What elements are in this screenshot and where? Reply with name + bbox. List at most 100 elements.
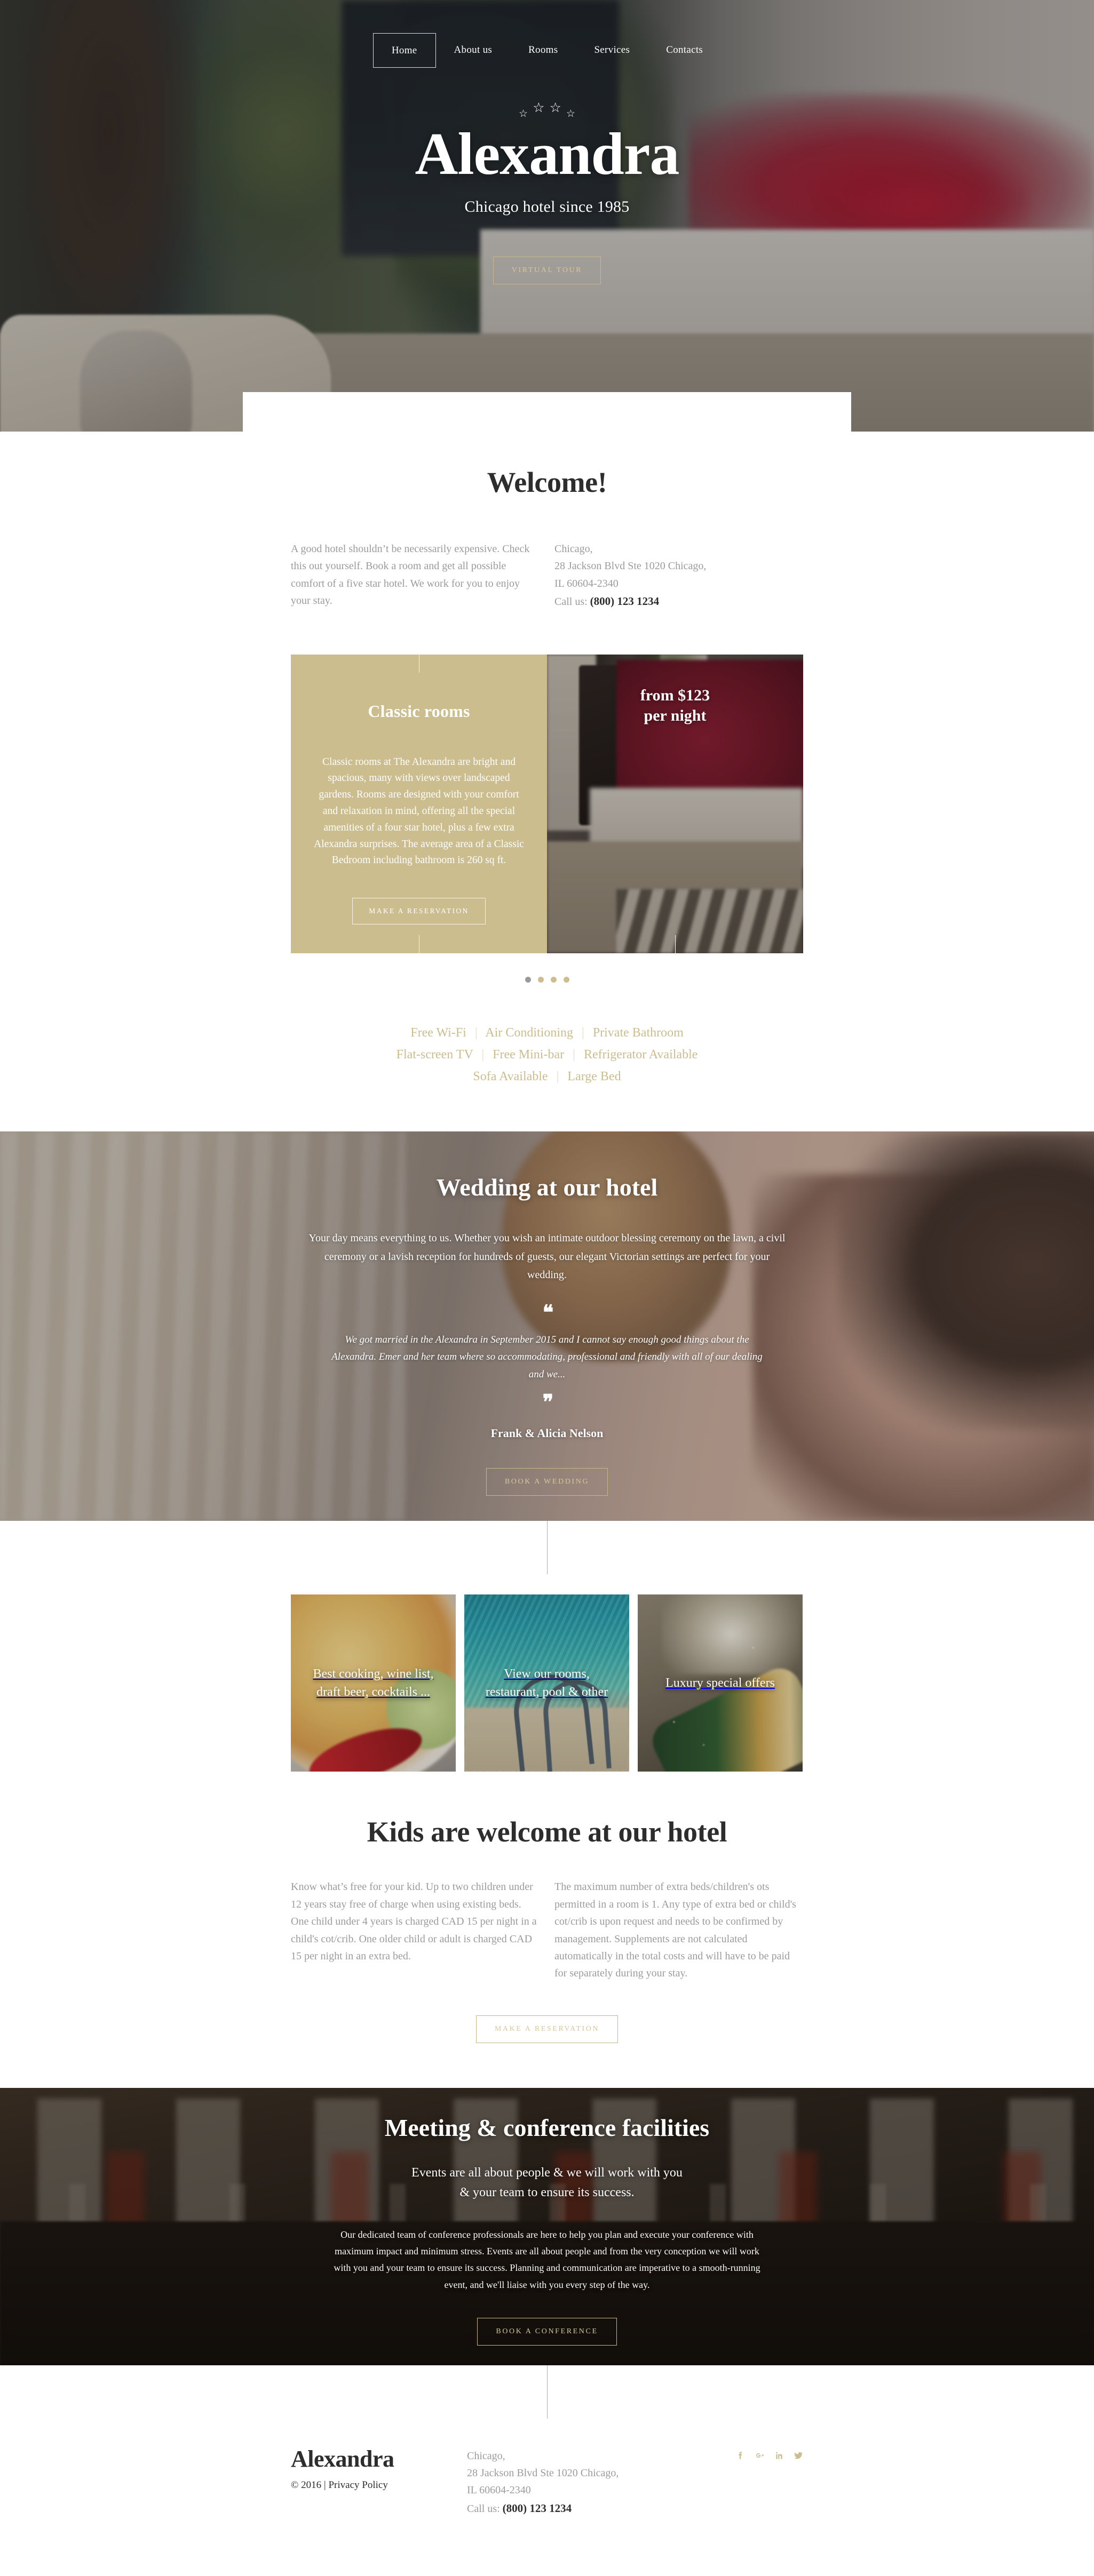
rooms-photo: from $123 per night	[547, 654, 803, 953]
welcome-address-line-3: IL 60604-2340	[554, 577, 619, 589]
nav-item-home[interactable]: Home	[372, 33, 436, 68]
rooms-make-reservation-button[interactable]: MAKE A RESERVATION	[352, 898, 486, 925]
linkedin-glyph	[776, 2452, 782, 2459]
twitter-icon[interactable]	[794, 2451, 803, 2460]
rooms-center-accent-line	[675, 935, 676, 953]
welcome-address-line-2: 28 Jackson Blvd Ste 1020 Chicago,	[554, 560, 707, 572]
kids-make-reservation-button[interactable]: MAKE A RESERVATION	[475, 2015, 619, 2043]
hero-content: Home About us Rooms Services Contacts ☆ …	[291, 0, 803, 284]
carousel-dot-1[interactable]	[525, 976, 531, 983]
amenity-separator: |	[556, 1070, 559, 1084]
feature-card-offers[interactable]: Luxury special offers	[638, 1594, 803, 1772]
conference-content: Meeting & conference facilities Events a…	[291, 2088, 803, 2346]
amenities-section: Free Wi-Fi | Air Conditioning | Private …	[291, 983, 803, 1132]
hero-title: Alexandra	[415, 121, 680, 187]
footer-logo[interactable]: Alexandra	[291, 2447, 467, 2471]
rooms-description: Classic rooms at The Alexandra are brigh…	[314, 756, 524, 866]
footer-content: Alexandra © 2016 | Privacy Policy Chicag…	[291, 2419, 803, 2576]
hero-subtitle: Chicago hotel since 1985	[464, 198, 630, 216]
footer-address-line-3: IL 60604-2340	[467, 2484, 531, 2497]
welcome-text-column: A good hotel shouldn’t be necessarily ex…	[291, 540, 540, 611]
feature-card-dining[interactable]: Best cooking, wine list, draft beer, coc…	[291, 1594, 456, 1772]
kids-cta-wrap: MAKE A RESERVATION	[291, 1982, 803, 2088]
welcome-call-label: Call us:	[554, 596, 588, 608]
conference-body: Our dedicated team of conference profess…	[334, 2229, 760, 2290]
nav-item-services[interactable]: Services	[576, 33, 648, 68]
feature-cards-section: Best cooking, wine list, draft beer, coc…	[291, 1574, 803, 1772]
book-a-wedding-button[interactable]: BOOK A WEDDING	[486, 1468, 608, 1496]
amenity-free-mini-bar: Free Mini-bar	[493, 1047, 565, 1062]
kids-paragraph-left: Know what’s free for your kid. Up to two…	[291, 1881, 537, 1962]
amenities-row-1: Free Wi-Fi | Air Conditioning | Private …	[291, 1022, 803, 1044]
amenity-private-bathroom: Private Bathroom	[592, 1025, 684, 1040]
amenity-air-conditioning: Air Conditioning	[485, 1025, 573, 1040]
kids-column-right: The maximum number of extra beds/childre…	[554, 1878, 803, 1982]
footer-address-line-2: 28 Jackson Blvd Ste 1020 Chicago,	[467, 2467, 619, 2479]
carousel-dot-3[interactable]	[550, 976, 557, 983]
amenity-separator: |	[481, 1047, 485, 1062]
facebook-icon[interactable]	[736, 2451, 746, 2460]
wedding-features-connector	[0, 1521, 1094, 1575]
conference-title: Meeting & conference facilities	[384, 2114, 710, 2141]
conference-lead-line-1: Events are all about people & we will wo…	[411, 2165, 683, 2180]
star-icon: ☆	[519, 108, 528, 119]
nav-item-about-us[interactable]: About us	[436, 33, 511, 68]
carousel-dot-4[interactable]	[563, 976, 569, 983]
facebook-glyph	[739, 2451, 742, 2459]
amenity-separator: |	[474, 1025, 478, 1040]
wedding-testimonial-author: Frank & Alicia Nelson	[490, 1426, 604, 1440]
kids-paragraph-right: The maximum number of extra beds/childre…	[554, 1881, 796, 1980]
conference-lead-line-2: & your team to ensure its success.	[459, 2186, 635, 2200]
welcome-contact-column: Chicago, 28 Jackson Blvd Ste 1020 Chicag…	[554, 540, 803, 611]
hotel-landing-page: Home About us Rooms Services Contacts ☆ …	[0, 0, 1094, 2576]
amenity-separator: |	[581, 1025, 584, 1040]
rooms-info-panel: Classic rooms Classic rooms at The Alexa…	[291, 654, 547, 953]
footer-copyright[interactable]: © 2016 | Privacy Policy	[291, 2479, 467, 2491]
feature-card-rooms-label: View our rooms, restaurant, pool & other	[485, 1667, 608, 1700]
rooms-price-period: per night	[644, 706, 707, 724]
kids-column-left: Know what’s free for your kid. Up to two…	[291, 1878, 540, 1982]
carousel-dot-2[interactable]	[537, 976, 544, 983]
amenity-free-wifi: Free Wi-Fi	[410, 1025, 466, 1040]
quote-open-icon: ❝	[542, 1301, 553, 1324]
footer-address: Chicago, 28 Jackson Blvd Ste 1020 Chicag…	[467, 2447, 691, 2518]
hero-cta-wrap: VIRTUAL TOUR	[291, 257, 803, 284]
vertical-accent-line	[546, 1521, 548, 1575]
amenity-separator: |	[573, 1047, 575, 1062]
rooms-price-badge: from $123 per night	[547, 685, 803, 727]
footer-call-label: Call us:	[467, 2502, 500, 2515]
rooms-heading: Classic rooms	[368, 701, 470, 721]
welcome-address-line-1: Chicago,	[554, 543, 593, 555]
kids-title: Kids are welcome at our hotel	[367, 1816, 727, 1848]
star-icon: ☆	[533, 101, 545, 115]
feature-card-offers-label: Luxury special offers	[665, 1676, 775, 1690]
carousel-dots	[291, 976, 803, 983]
conference-cta-wrap: BOOK A CONFERENCE	[291, 2317, 803, 2346]
rooms-card: Classic rooms Classic rooms at The Alexa…	[291, 654, 803, 953]
wedding-intro: Your day means everything to us. Whether…	[308, 1232, 786, 1281]
wedding-section: Wedding at our hotel Your day means ever…	[0, 1131, 1094, 1521]
virtual-tour-button[interactable]: VIRTUAL TOUR	[493, 257, 601, 284]
footer-call-row: Call us: (800) 123 1234	[467, 2499, 691, 2517]
nav-item-rooms[interactable]: Rooms	[510, 33, 576, 68]
amenity-flat-screen-tv: Flat-screen TV	[396, 1047, 473, 1062]
footer-brand: Alexandra © 2016 | Privacy Policy	[291, 2447, 467, 2491]
google-plus-glyph	[756, 2453, 764, 2458]
conference-section: Meeting & conference facilities Events a…	[0, 2087, 1094, 2365]
welcome-phone-number[interactable]: (800) 123 1234	[590, 595, 660, 608]
quote-close-icon: ❞	[542, 1391, 553, 1414]
rooms-price-from: from $123	[640, 686, 710, 704]
book-a-conference-button[interactable]: BOOK A CONFERENCE	[477, 2317, 617, 2346]
wedding-content: Wedding at our hotel Your day means ever…	[291, 1131, 803, 1496]
nav-item-contacts[interactable]: Contacts	[648, 33, 721, 68]
google-plus-icon[interactable]	[755, 2451, 765, 2460]
twitter-glyph	[794, 2452, 803, 2459]
feature-card-dining-label: Best cooking, wine list, draft beer, coc…	[313, 1667, 434, 1700]
linkedin-icon[interactable]	[774, 2451, 784, 2460]
welcome-paragraph: A good hotel shouldn’t be necessarily ex…	[291, 543, 530, 607]
footer-phone-number[interactable]: (800) 123 1234	[503, 2502, 572, 2515]
welcome-columns: A good hotel shouldn’t be necessarily ex…	[291, 499, 803, 611]
feature-card-rooms[interactable]: View our rooms, restaurant, pool & other	[464, 1594, 629, 1772]
main-navigation: Home About us Rooms Services Contacts	[291, 0, 803, 68]
welcome-call-row: Call us: (800) 123 1234	[554, 592, 803, 610]
